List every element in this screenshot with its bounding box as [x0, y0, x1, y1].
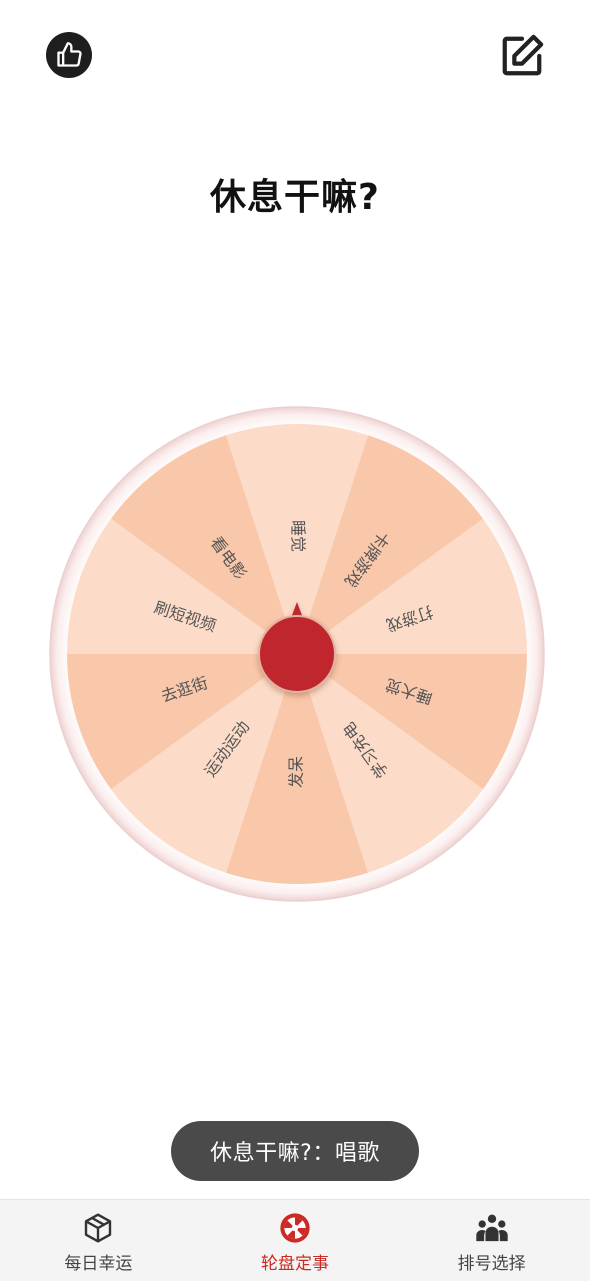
edit-button[interactable] — [496, 30, 548, 82]
edit-icon — [502, 34, 544, 76]
bottom-nav: 每日幸运 轮盘定事 排号选择 — [0, 1199, 590, 1281]
page-title: 休息干嘛? — [210, 177, 380, 218]
nav-item-wheel[interactable]: 轮盘定事 — [197, 1200, 394, 1281]
nav-label-wheel: 轮盘定事 — [261, 1254, 329, 1274]
like-button[interactable] — [46, 32, 92, 78]
nav-item-queue[interactable]: 排号选择 — [393, 1200, 590, 1281]
thumbs-up-icon — [57, 42, 82, 67]
nav-item-daily-luck[interactable]: 每日幸运 — [0, 1200, 197, 1281]
spin-wheel[interactable]: 睡觉 卡牌游戏 打游戏 睡大觉 学习充电 发呆 运动运动 去逛街 刷短视频 看电影 — [49, 406, 545, 902]
nav-label-queue: 排号选择 — [457, 1254, 526, 1274]
box-icon — [81, 1211, 115, 1245]
wheel-icon — [278, 1211, 312, 1245]
wheel-segment-label: 睡觉 — [289, 520, 308, 552]
wheel-graphic: 睡觉 卡牌游戏打游戏睡大觉学习充电发呆运动运动去逛街刷短视频看电影 — [49, 406, 545, 902]
result-toast: 休息干嘛?：唱歌 — [171, 1121, 419, 1181]
wheel-segment-label: 发呆 — [287, 756, 306, 788]
people-icon — [475, 1211, 509, 1245]
nav-label-daily-luck: 每日幸运 — [64, 1254, 133, 1274]
